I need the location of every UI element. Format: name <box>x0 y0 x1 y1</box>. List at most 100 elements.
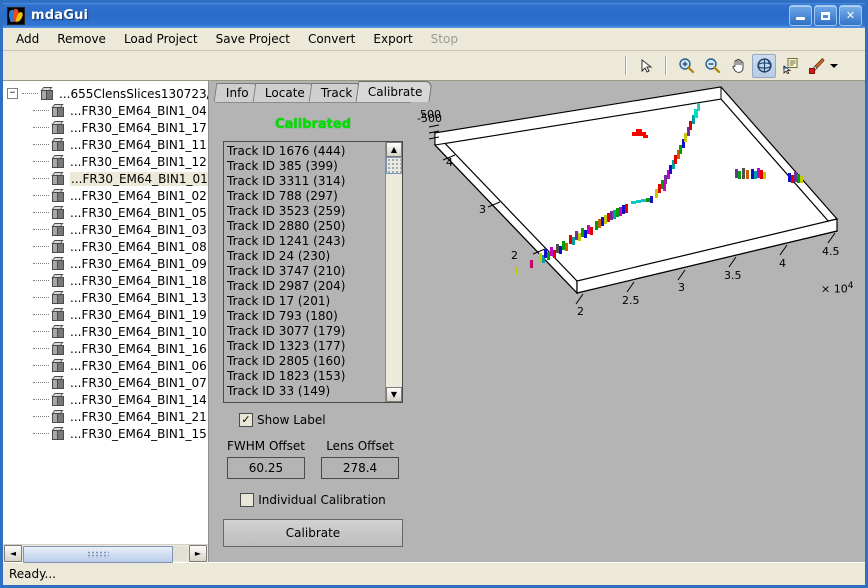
x-tick-2: 2 <box>577 305 584 318</box>
tree-item-14[interactable]: ...FR30_EM64_BIN1_16 <box>3 340 208 357</box>
tab-track[interactable]: Track <box>308 83 362 102</box>
tree-connector <box>33 195 49 197</box>
track-list-item-10[interactable]: Track ID 17 (201) <box>227 294 385 309</box>
tree-item-9[interactable]: ...FR30_EM64_BIN1_09 <box>3 255 208 272</box>
scatter-plot-3d[interactable]: 500 -500 4 3 2 2 2.5 3 3.5 4 4.5 × 104 <box>417 81 865 562</box>
menu-load-project[interactable]: Load Project <box>115 29 207 49</box>
cube-icon <box>51 121 65 135</box>
track-list-item-16[interactable]: Track ID 33 (149) <box>227 384 385 399</box>
tree-item-6[interactable]: ...FR30_EM64_BIN1_05 <box>3 204 208 221</box>
tree-item-label: ...FR30_EM64_BIN1_01 <box>70 172 208 186</box>
pan-hand-icon[interactable] <box>726 54 750 78</box>
close-button[interactable]: ✕ <box>839 5 862 26</box>
tree-item-3[interactable]: ...FR30_EM64_BIN1_12 <box>3 153 208 170</box>
menu-add[interactable]: Add <box>7 29 48 49</box>
zoom-out-icon[interactable] <box>700 54 724 78</box>
pointer-icon[interactable] <box>634 54 658 78</box>
x-tick-2-5: 2.5 <box>622 294 640 307</box>
track-list-scrollbar[interactable]: ▲ ▼ <box>385 142 402 402</box>
scroll-up-arrow-icon[interactable]: ▲ <box>386 142 402 157</box>
show-label-text: Show Label <box>257 413 326 427</box>
individual-calibration-row[interactable]: Individual Calibration <box>215 493 411 507</box>
track-list-item-3[interactable]: Track ID 788 (297) <box>227 189 385 204</box>
tree-item-0[interactable]: ...FR30_EM64_BIN1_04 <box>3 102 208 119</box>
tree-item-16[interactable]: ...FR30_EM64_BIN1_07 <box>3 374 208 391</box>
zoom-in-icon[interactable] <box>674 54 698 78</box>
tree-root-node[interactable]: − ...655ClensSlices130723/ <box>3 85 208 102</box>
individual-calibration-checkbox[interactable] <box>240 493 254 507</box>
track-list-item-6[interactable]: Track ID 1241 (243) <box>227 234 385 249</box>
tree-item-17[interactable]: ...FR30_EM64_BIN1_14 <box>3 391 208 408</box>
tree-item-19[interactable]: ...FR30_EM64_BIN1_15 <box>3 425 208 442</box>
menu-remove[interactable]: Remove <box>48 29 115 49</box>
scroll-right-arrow-icon[interactable]: ► <box>189 545 207 562</box>
tree-item-5[interactable]: ...FR30_EM64_BIN1_02 <box>3 187 208 204</box>
chevron-down-icon[interactable] <box>829 55 839 77</box>
cube-icon <box>51 359 65 373</box>
rotate-3d-icon[interactable] <box>752 54 776 78</box>
scroll-track[interactable] <box>23 546 188 561</box>
track-listbox[interactable]: Track ID 1676 (444)Track ID 385 (399)Tra… <box>223 141 403 403</box>
track-list-item-0[interactable]: Track ID 1676 (444) <box>227 144 385 159</box>
fwhm-offset-input[interactable]: 60.25 <box>227 457 305 479</box>
track-list-item-14[interactable]: Track ID 2805 (160) <box>227 354 385 369</box>
track-list-item-1[interactable]: Track ID 385 (399) <box>227 159 385 174</box>
track-list-item-7[interactable]: Track ID 24 (230) <box>227 249 385 264</box>
menu-convert[interactable]: Convert <box>299 29 364 49</box>
scroll-thumb[interactable] <box>23 546 173 563</box>
show-label-row[interactable]: ✓ Show Label <box>239 413 411 427</box>
tree-item-1[interactable]: ...FR30_EM64_BIN1_17 <box>3 119 208 136</box>
tab-locate[interactable]: Locate <box>252 83 315 102</box>
tree-item-4[interactable]: ...FR30_EM64_BIN1_01 <box>3 170 208 187</box>
tree-item-10[interactable]: ...FR30_EM64_BIN1_18 <box>3 272 208 289</box>
tree-item-label: ...FR30_EM64_BIN1_16 <box>70 342 207 356</box>
show-label-checkbox[interactable]: ✓ <box>239 413 253 427</box>
fwhm-offset-label: FWHM Offset <box>227 439 305 453</box>
project-tree[interactable]: − ...655ClensSlices130723/ ...FR30_EM64_… <box>3 81 208 544</box>
tree-item-8[interactable]: ...FR30_EM64_BIN1_08 <box>3 238 208 255</box>
track-list[interactable]: Track ID 1676 (444)Track ID 385 (399)Tra… <box>224 142 385 402</box>
lens-offset-input[interactable]: 278.4 <box>321 457 399 479</box>
tree-item-12[interactable]: ...FR30_EM64_BIN1_19 <box>3 306 208 323</box>
track-list-item-9[interactable]: Track ID 2987 (204) <box>227 279 385 294</box>
track-list-item-13[interactable]: Track ID 1323 (177) <box>227 339 385 354</box>
tree-item-label: ...FR30_EM64_BIN1_12 <box>70 155 207 169</box>
tree-item-label: ...FR30_EM64_BIN1_09 <box>70 257 207 271</box>
menu-save-project[interactable]: Save Project <box>207 29 299 49</box>
cube-icon <box>51 223 65 237</box>
track-list-item-4[interactable]: Track ID 3523 (259) <box>227 204 385 219</box>
tree-item-18[interactable]: ...FR30_EM64_BIN1_21 <box>3 408 208 425</box>
tree-item-2[interactable]: ...FR30_EM64_BIN1_11 <box>3 136 208 153</box>
tree-item-11[interactable]: ...FR30_EM64_BIN1_13 <box>3 289 208 306</box>
track-list-item-15[interactable]: Track ID 1823 (153) <box>227 369 385 384</box>
track-list-item-12[interactable]: Track ID 3077 (179) <box>227 324 385 339</box>
tree-item-label: ...FR30_EM64_BIN1_18 <box>70 274 207 288</box>
minimize-button[interactable] <box>789 5 812 26</box>
tree-connector <box>33 246 49 248</box>
tab-calibrate[interactable]: Calibrate <box>356 81 433 102</box>
track-list-item-2[interactable]: Track ID 3311 (314) <box>227 174 385 189</box>
tree-item-15[interactable]: ...FR30_EM64_BIN1_06 <box>3 357 208 374</box>
tree-item-13[interactable]: ...FR30_EM64_BIN1_10 <box>3 323 208 340</box>
plot-canvas[interactable] <box>417 81 865 541</box>
track-list-item-8[interactable]: Track ID 3747 (210) <box>227 264 385 279</box>
tree-connector <box>33 127 49 129</box>
tree-item-7[interactable]: ...FR30_EM64_BIN1_03 <box>3 221 208 238</box>
scroll-track-vertical[interactable] <box>386 157 402 387</box>
maximize-button[interactable] <box>814 5 837 26</box>
calibrate-button[interactable]: Calibrate <box>223 519 403 547</box>
data-cursor-icon[interactable] <box>778 54 802 78</box>
brush-icon[interactable] <box>804 54 828 78</box>
isolated-magenta-marker <box>663 181 666 191</box>
track-list-item-5[interactable]: Track ID 2880 (250) <box>227 219 385 234</box>
scroll-left-arrow-icon[interactable]: ◄ <box>4 545 22 562</box>
tree-horizontal-scrollbar[interactable]: ◄ ► <box>3 544 208 562</box>
menu-export[interactable]: Export <box>364 29 421 49</box>
scroll-thumb-vertical[interactable] <box>386 157 402 174</box>
tree-item-label: ...FR30_EM64_BIN1_02 <box>70 189 207 203</box>
track-list-item-11[interactable]: Track ID 793 (180) <box>227 309 385 324</box>
tree-collapse-icon[interactable]: − <box>7 88 18 99</box>
scroll-down-arrow-icon[interactable]: ▼ <box>386 387 402 402</box>
fwhm-offset-group: FWHM Offset 60.25 <box>227 439 305 479</box>
tree-connector <box>33 365 49 367</box>
